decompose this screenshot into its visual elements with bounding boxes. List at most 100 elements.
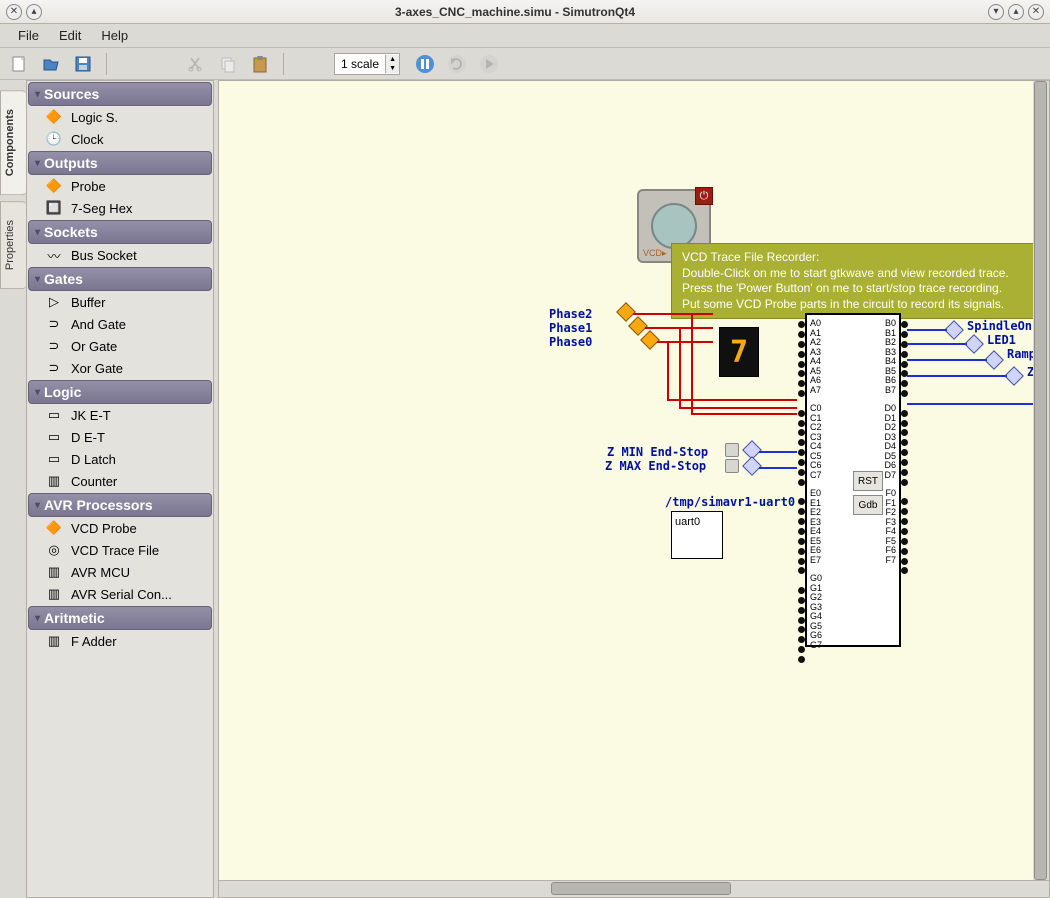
paste-button[interactable] [247,51,273,77]
minimize-button[interactable]: ▾ [988,4,1004,20]
app-menu-icon[interactable]: ✕ [6,4,22,20]
avr-mcu[interactable]: A0A1A2A3A4A5A6A7C0C1C2C3C4C5C6C7E0E1E2E3… [805,313,901,647]
component-or-gate[interactable]: ⊃Or Gate [27,335,213,357]
component-icon: 🔲 [43,200,65,216]
label-phase0: Phase0 [549,335,592,349]
category-outputs[interactable]: Outputs [28,151,212,175]
switch-zmin[interactable] [725,443,739,457]
probe-rampclock[interactable] [984,350,1004,370]
component-label: Probe [71,179,106,194]
probe-spindle[interactable] [944,320,964,340]
component-icon: ▥ [43,473,65,489]
probe-zmax-sw[interactable] [742,456,762,476]
component-label: Logic S. [71,110,118,125]
component-icon: 🔶 [43,520,65,536]
menu-file[interactable]: File [8,26,49,45]
component-vcd-trace-file[interactable]: ◎VCD Trace File [27,539,213,561]
component-7-seg-hex[interactable]: 🔲 7-Seg Hex [27,197,213,219]
components-panel: Sources 🔶 Logic S. 🕒ClockOutputs 🔶 Probe 🔲 7-Se… [26,80,214,898]
vertical-scrollbar[interactable] [1033,81,1049,880]
open-button[interactable] [38,51,64,77]
label-phase1: Phase1 [549,321,592,335]
menu-help[interactable]: Help [91,26,138,45]
power-button-icon[interactable]: ⏻ [695,187,713,205]
category-avr-processors[interactable]: AVR Processors [28,493,212,517]
component-and-gate[interactable]: ⊃And Gate [27,313,213,335]
step-button [444,51,470,77]
cut-button [183,51,209,77]
seven-seg-display[interactable]: 7 [719,327,759,377]
component-icon: 🕒 [43,131,65,147]
component-label: 7-Seg Hex [71,201,132,216]
scale-down[interactable]: ▼ [385,64,399,73]
component-icon: ⊃ [43,316,65,332]
component-logic-s-[interactable]: 🔶 Logic S. [27,106,213,128]
component-vcd-probe[interactable]: 🔶VCD Probe [27,517,213,539]
scale-selector[interactable]: 1 scale ▲▼ [334,53,400,75]
component-probe[interactable]: 🔶 Probe [27,175,213,197]
label-zmax-endstop: Z MAX End-Stop [605,459,706,473]
category-sockets[interactable]: Sockets [28,220,212,244]
circuit-canvas[interactable]: ⏻ VCD▸ VCD Trace File Recorder: Double-C… [219,81,1049,881]
component-icon: 🔶 [43,178,65,194]
probe-phase1[interactable] [628,316,648,336]
component-icon: ▭ [43,407,65,423]
menubar: File Edit Help [0,24,1050,48]
label-spindle: SpindleOn [967,319,1032,333]
component-buffer[interactable]: ▷Buffer [27,291,213,313]
menu-edit[interactable]: Edit [49,26,91,45]
category-logic[interactable]: Logic [28,380,212,404]
window-title: 3-axes_CNC_machine.simu - SimutronQt4 [42,5,988,19]
component-icon: ▭ [43,429,65,445]
label-phase2: Phase2 [549,307,592,321]
component-icon: ▭ [43,451,65,467]
component-clock[interactable]: 🕒Clock [27,128,213,150]
component-d-latch[interactable]: ▭ D Latch [27,448,213,470]
side-tabs: Components Properties [0,80,26,898]
play-button [476,51,502,77]
component-icon: ▥ [43,633,65,649]
mcu-rst-button[interactable]: RST [853,471,883,491]
canvas-area: ⏻ VCD▸ VCD Trace File Recorder: Double-C… [218,80,1050,898]
component-counter[interactable]: ▥ Counter [27,470,213,492]
tab-components[interactable]: Components [0,90,26,195]
component-d-e-t[interactable]: ▭ D E-T [27,426,213,448]
component-label: AVR Serial Con... [71,587,172,602]
category-sources[interactable]: Sources [28,82,212,106]
pause-button[interactable] [412,51,438,77]
uart-part[interactable]: uart0 [671,511,723,559]
component-label: D E-T [71,430,105,445]
component-label: Buffer [71,295,105,310]
scale-up[interactable]: ▲ [385,55,399,64]
component-f-adder[interactable]: ▥ F Adder [27,630,213,652]
component-label: VCD Trace File [71,543,159,558]
tab-properties[interactable]: Properties [0,201,26,289]
component-avr-serial-con-[interactable]: ▥ AVR Serial Con... [27,583,213,605]
probe-phase2[interactable] [616,302,636,322]
component-bus-socket[interactable]: 〰Bus Socket [27,244,213,266]
sticky-icon[interactable]: ▴ [26,4,42,20]
probe-phase0[interactable] [640,330,660,350]
component-avr-mcu[interactable]: ▥AVR MCU [27,561,213,583]
component-icon: ▥ [43,586,65,602]
category-aritmetic[interactable]: Aritmetic [28,606,212,630]
maximize-button[interactable]: ▴ [1008,4,1024,20]
switch-zmax[interactable] [725,459,739,473]
probe-led1[interactable] [964,334,984,354]
component-xor-gate[interactable]: ⊃Xor Gate [27,357,213,379]
component-label: F Adder [71,634,117,649]
probe-zminhit[interactable] [1004,366,1024,386]
component-label: AVR MCU [71,565,130,580]
component-label: D Latch [71,452,116,467]
mcu-gdb-button[interactable]: Gdb [853,495,883,515]
save-button[interactable] [70,51,96,77]
category-gates[interactable]: Gates [28,267,212,291]
component-icon: 🔶 [43,109,65,125]
titlebar: ✕ ▴ 3-axes_CNC_machine.simu - SimutronQt… [0,0,1050,24]
close-button[interactable]: ✕ [1028,4,1044,20]
component-jk-e-t[interactable]: ▭JK E-T [27,404,213,426]
component-label: Counter [71,474,117,489]
component-label: Xor Gate [71,361,123,376]
new-button[interactable] [6,51,32,77]
horizontal-scrollbar[interactable] [219,881,1049,897]
